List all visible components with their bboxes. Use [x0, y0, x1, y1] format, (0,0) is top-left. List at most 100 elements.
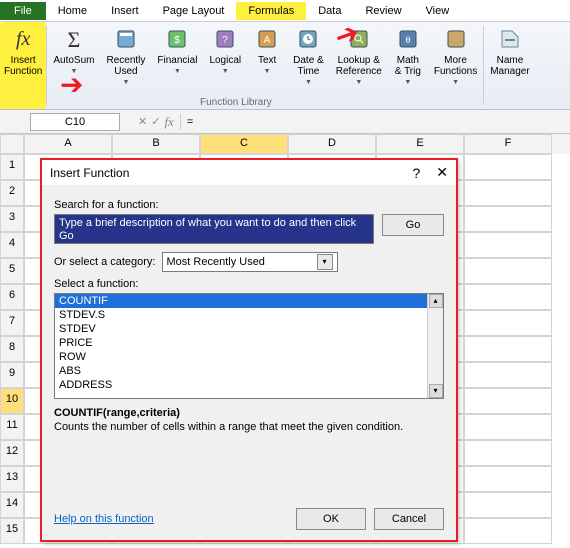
tab-review[interactable]: Review: [353, 2, 413, 20]
book-icon: ?: [211, 25, 239, 53]
book-icon: [442, 25, 470, 53]
tab-page-layout[interactable]: Page Layout: [151, 2, 237, 20]
math-trig-button[interactable]: θ Math & Trig ▼: [388, 22, 428, 109]
column-header[interactable]: D: [288, 134, 376, 154]
row-header[interactable]: 14: [0, 492, 24, 518]
help-link[interactable]: Help on this function: [54, 513, 154, 525]
cell[interactable]: [464, 232, 552, 258]
row-header[interactable]: 4: [0, 232, 24, 258]
financial-button[interactable]: $ Financial ▼: [151, 22, 203, 109]
name-box[interactable]: C10: [30, 113, 120, 131]
cell[interactable]: [464, 310, 552, 336]
category-select[interactable]: Most Recently Used ▾: [162, 252, 338, 272]
category-label: Or select a category:: [54, 256, 156, 268]
row-header[interactable]: 7: [0, 310, 24, 336]
function-list[interactable]: COUNTIFSTDEV.SSTDEVPRICEROWABSADDRESS ▴ …: [54, 293, 444, 399]
function-item[interactable]: ROW: [55, 350, 427, 364]
go-button[interactable]: Go: [382, 214, 444, 236]
formula-bar-row: C10 ✕ ✓ fx =: [0, 110, 570, 134]
sigma-icon: Σ: [60, 25, 88, 53]
lookup-reference-button[interactable]: Lookup & Reference ▼: [330, 22, 388, 109]
enter-icon[interactable]: ✓: [151, 115, 160, 128]
ok-button[interactable]: OK: [296, 508, 366, 530]
tab-view[interactable]: View: [414, 2, 462, 20]
cell[interactable]: [464, 180, 552, 206]
cell[interactable]: [464, 388, 552, 414]
row-header[interactable]: 9: [0, 362, 24, 388]
column-header[interactable]: A: [24, 134, 112, 154]
scroll-down-icon[interactable]: ▾: [429, 384, 443, 398]
select-function-label: Select a function:: [54, 278, 444, 290]
tab-file[interactable]: File: [0, 2, 46, 20]
fx-icon: fx: [9, 25, 37, 53]
row-header[interactable]: 11: [0, 414, 24, 440]
cell[interactable]: [464, 466, 552, 492]
function-item[interactable]: STDEV.S: [55, 308, 427, 322]
column-header[interactable]: C: [200, 134, 288, 154]
row-header[interactable]: 8: [0, 336, 24, 362]
row-header[interactable]: 2: [0, 180, 24, 206]
function-item[interactable]: ABS: [55, 364, 427, 378]
row-header[interactable]: 13: [0, 466, 24, 492]
function-item[interactable]: STDEV: [55, 322, 427, 336]
cell[interactable]: [464, 362, 552, 388]
more-functions-label: More Functions: [434, 55, 477, 77]
cell[interactable]: [464, 336, 552, 362]
autosum-button[interactable]: Σ AutoSum ▼: [47, 22, 100, 109]
cancel-button[interactable]: Cancel: [374, 508, 444, 530]
chevron-down-icon: ▼: [404, 77, 411, 88]
tab-insert[interactable]: Insert: [99, 2, 151, 20]
search-input[interactable]: Type a brief description of what you wan…: [54, 214, 374, 244]
row-header[interactable]: 6: [0, 284, 24, 310]
cell[interactable]: [464, 492, 552, 518]
chevron-down-icon: ▼: [174, 66, 181, 77]
chevron-down-icon: ▼: [222, 66, 229, 77]
logical-button[interactable]: ? Logical ▼: [203, 22, 247, 109]
help-icon[interactable]: ?: [412, 165, 420, 181]
chevron-down-icon: ▼: [355, 77, 362, 88]
tab-formulas[interactable]: Formulas: [236, 2, 306, 20]
row-header[interactable]: 15: [0, 518, 24, 544]
svg-text:A: A: [264, 35, 271, 46]
scrollbar[interactable]: ▴ ▾: [427, 294, 443, 398]
cell[interactable]: [464, 284, 552, 310]
search-label: Search for a function:: [54, 199, 444, 211]
ribbon: fx Insert Function Σ AutoSum ▼ Recently …: [0, 22, 570, 110]
function-item[interactable]: ADDRESS: [55, 378, 427, 392]
row-header[interactable]: 3: [0, 206, 24, 232]
recently-used-button[interactable]: Recently Used ▼: [101, 22, 152, 109]
row-header[interactable]: 10: [0, 388, 24, 414]
text-button[interactable]: A Text ▼: [247, 22, 287, 109]
scroll-up-icon[interactable]: ▴: [429, 294, 443, 308]
cell[interactable]: [464, 518, 552, 544]
function-item[interactable]: PRICE: [55, 336, 427, 350]
row-header[interactable]: 12: [0, 440, 24, 466]
more-functions-button[interactable]: More Functions ▼: [428, 22, 483, 109]
column-header[interactable]: F: [464, 134, 552, 154]
row-header[interactable]: 5: [0, 258, 24, 284]
book-icon: [112, 25, 140, 53]
tab-data[interactable]: Data: [306, 2, 353, 20]
cell[interactable]: [464, 206, 552, 232]
cancel-icon[interactable]: ✕: [138, 115, 147, 128]
cell[interactable]: [464, 414, 552, 440]
cell[interactable]: [464, 258, 552, 284]
name-manager-button[interactable]: Name Manager: [484, 22, 535, 109]
book-icon: [345, 25, 373, 53]
insert-function-button[interactable]: fx Insert Function: [0, 22, 46, 109]
formula-bar[interactable]: =: [180, 114, 570, 130]
book-icon: $: [163, 25, 191, 53]
close-icon[interactable]: ✕: [436, 164, 448, 181]
column-header[interactable]: E: [376, 134, 464, 154]
dialog-titlebar: Insert Function ? ✕: [42, 160, 456, 185]
column-header[interactable]: B: [112, 134, 200, 154]
chevron-down-icon: ▼: [452, 77, 459, 88]
fx-icon[interactable]: fx: [164, 114, 173, 130]
select-all-cell[interactable]: [0, 134, 24, 154]
function-item[interactable]: COUNTIF: [55, 294, 427, 308]
row-header[interactable]: 1: [0, 154, 24, 180]
tab-home[interactable]: Home: [46, 2, 99, 20]
date-time-button[interactable]: Date & Time ▼: [287, 22, 330, 109]
cell[interactable]: [464, 154, 552, 180]
cell[interactable]: [464, 440, 552, 466]
